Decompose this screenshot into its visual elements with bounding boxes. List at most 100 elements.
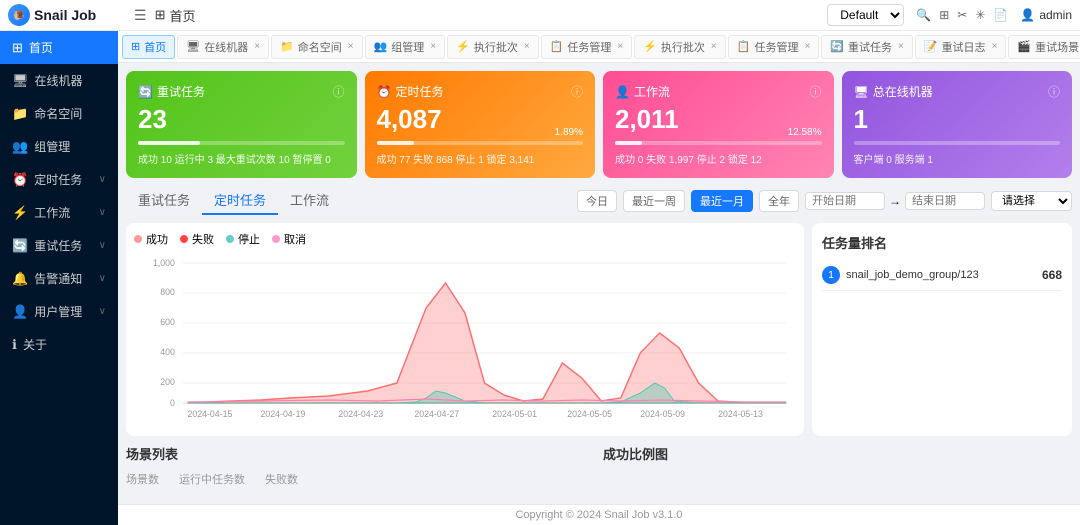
machines-info-icon[interactable]: ⓘ — [1048, 83, 1060, 100]
content-area: ⊞ 首页 🖥 在线机器 × 📁 命名空间 × 👥 组管理 × ⚡ 执行批次 — [118, 31, 1080, 525]
stats-row: 🔄 重试任务 ⓘ 23 成功 10 运行中 3 最大重试次数 10 暂停置 0 — [126, 71, 1072, 178]
tab-icon-machines: 🖥 — [186, 40, 200, 53]
subtab-scheduled[interactable]: 定时任务 — [202, 186, 278, 215]
date-end-input[interactable] — [905, 192, 985, 210]
stat-retry-title: 🔄 重试任务 — [138, 83, 205, 100]
sidebar-item-group[interactable]: 👥 组管理 — [0, 130, 118, 163]
close-icon-5[interactable]: × — [617, 41, 623, 52]
sidebar-item-alarm[interactable]: 🔔 告警通知 ∨ — [0, 262, 118, 295]
grid-icon[interactable]: ⊞ — [939, 8, 949, 22]
close-icon-6[interactable]: × — [711, 41, 717, 52]
cut-icon[interactable]: ✂ — [957, 8, 967, 22]
chart-success-area — [188, 283, 787, 403]
stat-card-machines: 🖥 总在线机器 ⓘ 1 客户端 0 服务端 1 — [842, 71, 1073, 178]
close-icon-9[interactable]: × — [992, 41, 998, 52]
stat-scheduled-progress: 1.89% — [377, 141, 584, 145]
stat-card-retry: 🔄 重试任务 ⓘ 23 成功 10 运行中 3 最大重试次数 10 暂停置 0 — [126, 71, 357, 178]
tab-machines[interactable]: 🖥 在线机器 × — [177, 35, 269, 59]
sidebar-label-machines: 在线机器 — [35, 72, 106, 89]
date-arrow-icon: → — [889, 194, 901, 208]
tab-icon-task2: 📋 — [737, 40, 751, 53]
search-icon[interactable]: 🔍 — [916, 8, 931, 22]
tab-task-mgmt1[interactable]: 📋 任务管理 × — [541, 35, 633, 59]
subtabs-row: 重试任务 定时任务 工作流 今日 最近一周 最近一月 全年 → 请选择 — [126, 186, 1072, 215]
tab-label-group: 组管理 — [391, 39, 424, 55]
legend-label-stop: 停止 — [238, 231, 260, 247]
stat-retry-footer: 成功 10 运行中 3 最大重试次数 10 暂停置 0 — [138, 151, 345, 166]
sidebar-item-retry[interactable]: 🔄 重试任务 ∨ — [0, 229, 118, 262]
svg-text:2024-04-23: 2024-04-23 — [338, 409, 383, 419]
namespace-icon: 📁 — [12, 106, 28, 122]
breadcrumb: ⊞ 首页 — [155, 6, 196, 25]
tab-retry-task[interactable]: 🔄 重试任务 × — [821, 35, 913, 59]
close-icon-8[interactable]: × — [898, 41, 904, 52]
sidebar-item-workflow[interactable]: ⚡ 工作流 ∨ — [0, 196, 118, 229]
stat-workflow-footer: 成功 0 失败 1,997 停止 2 锁定 12 — [615, 151, 822, 166]
date-btn-week[interactable]: 最近一周 — [623, 190, 685, 212]
workspace-select[interactable]: Default — [827, 4, 904, 26]
tab-exec-batch1[interactable]: ⚡ 执行批次 × — [447, 35, 539, 59]
tab-task-mgmt2[interactable]: 📋 任务管理 × — [728, 35, 820, 59]
date-btn-month[interactable]: 最近一月 — [691, 190, 753, 212]
svg-text:2024-05-05: 2024-05-05 — [567, 409, 612, 419]
stat-scheduled-value: 4,087 — [377, 104, 584, 135]
sidebar-item-home[interactable]: ⊞ 首页 — [0, 31, 118, 64]
user-menu[interactable]: 👤 admin — [1020, 8, 1072, 22]
subtab-retry[interactable]: 重试任务 — [126, 186, 202, 215]
info-icon: ℹ — [12, 337, 17, 353]
tab-home[interactable]: ⊞ 首页 — [122, 35, 175, 59]
machine-icon: 🖥 — [12, 73, 29, 89]
user-mgmt-icon: 👤 — [12, 304, 28, 320]
sidebar-item-scheduled[interactable]: ⏰ 定时任务 ∨ — [0, 163, 118, 196]
date-btn-today[interactable]: 今日 — [577, 190, 617, 212]
close-icon-4[interactable]: × — [524, 41, 530, 52]
scheduled-info-icon[interactable]: ⓘ — [571, 83, 583, 100]
legend-dot-fail — [180, 235, 188, 243]
close-icon-2[interactable]: × — [348, 41, 354, 52]
tab-retry-scene[interactable]: 🎬 重试场景 × — [1008, 35, 1080, 59]
menu-toggle-icon[interactable]: ☰ — [134, 7, 147, 24]
legend-label-cancel: 取消 — [284, 231, 306, 247]
subtab-workflow[interactable]: 工作流 — [278, 186, 341, 215]
doc-icon[interactable]: 📄 — [993, 8, 1008, 22]
close-icon-3[interactable]: × — [430, 41, 436, 52]
stat-card-retry-header: 🔄 重试任务 ⓘ — [138, 83, 345, 100]
retry-icon: 🔄 — [12, 238, 28, 254]
ranking-name-1: snail_job_demo_group/123 — [846, 269, 1036, 281]
date-start-input[interactable] — [805, 192, 885, 210]
sidebar: ⊞ 首页 🖥 在线机器 📁 命名空间 👥 组管理 ⏰ 定时任务 ∨ ⚡ 工作流 … — [0, 31, 118, 525]
task-type-select[interactable]: 请选择 — [991, 191, 1072, 211]
close-icon[interactable]: × — [254, 41, 260, 52]
sidebar-label-about: 关于 — [23, 336, 106, 353]
tab-retry-log[interactable]: 📝 重试日志 × — [915, 35, 1007, 59]
tab-label-retry-scene: 重试场景 — [1035, 39, 1079, 55]
page-content: 🔄 重试任务 ⓘ 23 成功 10 运行中 3 最大重试次数 10 暂停置 0 — [118, 63, 1080, 504]
star-icon[interactable]: ✳ — [975, 8, 985, 22]
date-range: → — [805, 192, 985, 210]
tab-label-exec1: 执行批次 — [474, 39, 518, 55]
sidebar-item-about[interactable]: ℹ 关于 — [0, 328, 118, 361]
svg-text:400: 400 — [160, 347, 175, 357]
retry-info-icon[interactable]: ⓘ — [332, 83, 344, 100]
close-icon-7[interactable]: × — [804, 41, 810, 52]
ranking-title: 任务量排名 — [822, 233, 1062, 252]
svg-text:2024-05-13: 2024-05-13 — [718, 409, 763, 419]
pie-chart-section: 成功比例图 — [603, 444, 1072, 491]
stat-machines-progress — [854, 141, 1061, 145]
ranking-area: 任务量排名 1 snail_job_demo_group/123 668 — [812, 223, 1072, 436]
sidebar-label-alarm: 告警通知 — [34, 270, 92, 287]
legend-fail: 失败 — [180, 231, 214, 247]
tab-group[interactable]: 👥 组管理 × — [365, 35, 446, 59]
tab-namespace[interactable]: 📁 命名空间 × — [271, 35, 363, 59]
sidebar-item-namespace[interactable]: 📁 命名空间 — [0, 97, 118, 130]
workflow-info-icon[interactable]: ⓘ — [809, 83, 821, 100]
tab-exec-batch2[interactable]: ⚡ 执行批次 × — [634, 35, 726, 59]
tab-icon-home: ⊞ — [131, 40, 140, 53]
svg-text:2024-05-01: 2024-05-01 — [492, 409, 537, 419]
sidebar-item-users[interactable]: 👤 用户管理 ∨ — [0, 295, 118, 328]
sidebar-item-machines[interactable]: 🖥 在线机器 — [0, 64, 118, 97]
tab-icon-namespace: 📁 — [280, 40, 294, 53]
svg-text:2024-05-09: 2024-05-09 — [640, 409, 685, 419]
date-btn-year[interactable]: 全年 — [759, 190, 799, 212]
svg-text:2024-04-19: 2024-04-19 — [261, 409, 306, 419]
